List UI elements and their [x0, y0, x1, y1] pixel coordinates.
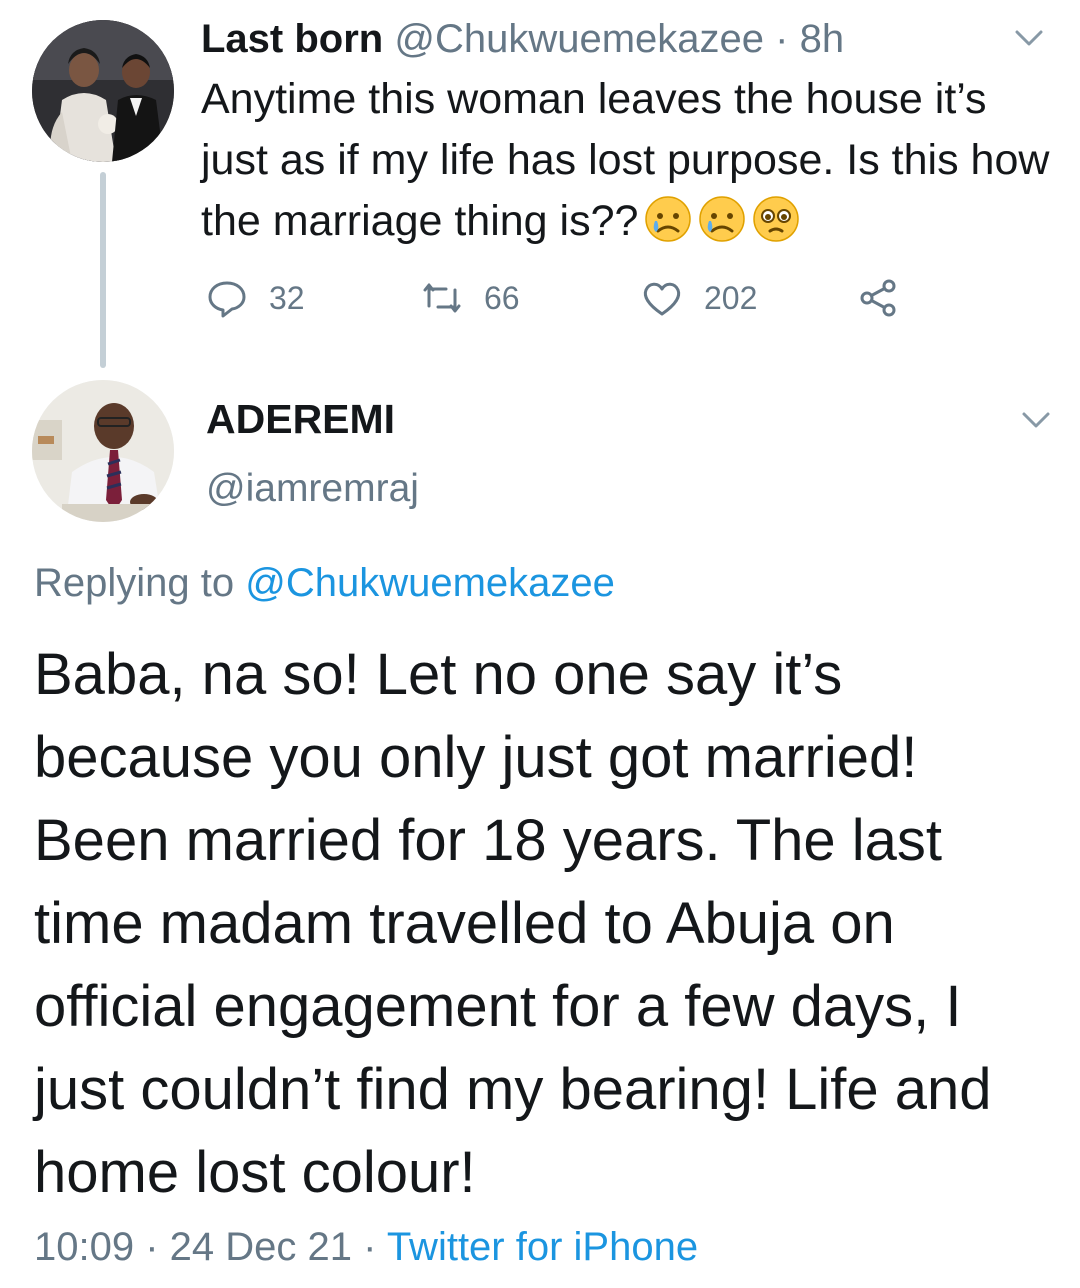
heart-icon	[643, 282, 681, 316]
parent-tweet-header: Last born @Chukwuemekazee · 8h	[201, 14, 844, 64]
share-action[interactable]	[856, 273, 900, 323]
man-signing-avatar-image	[32, 380, 174, 522]
reply-handle[interactable]: @iamremraj	[206, 463, 419, 515]
replying-prefix: Replying to	[34, 561, 246, 605]
parent-display-name[interactable]: Last born	[201, 17, 383, 61]
footer-separator: ·	[352, 1225, 387, 1269]
reply-action[interactable]: 32	[205, 273, 305, 323]
pleading-face-icon	[752, 195, 800, 243]
reply-display-name[interactable]: ADEREMI	[206, 393, 395, 445]
chevron-down-icon[interactable]	[1009, 18, 1049, 58]
reply-time[interactable]: 10:09	[34, 1225, 134, 1269]
reply-date[interactable]: 24 Dec 21	[170, 1225, 352, 1269]
like-action[interactable]: 202	[640, 273, 757, 323]
thread-connector-line	[100, 172, 106, 368]
reply-count: 32	[269, 279, 305, 316]
replying-to-mention[interactable]: @Chukwuemekazee	[245, 561, 615, 605]
footer-separator: ·	[134, 1225, 170, 1269]
reply-tweet-text: Baba, na so! Let no one say it’s because…	[34, 642, 992, 1205]
like-count: 202	[704, 279, 758, 316]
retweet-action[interactable]: 66	[420, 273, 520, 323]
wedding-photo-avatar-image	[32, 20, 174, 162]
share-icon	[860, 279, 896, 317]
tweet-source-link[interactable]: Twitter for iPhone	[387, 1225, 698, 1269]
crying-face-icon	[644, 195, 692, 243]
parent-tweet-text-content: Anytime this woman leaves the house it’s…	[201, 75, 1050, 245]
retweet-count: 66	[484, 279, 520, 316]
parent-handle[interactable]: @Chukwuemekazee	[394, 17, 764, 61]
avatar-last-born[interactable]	[32, 20, 174, 162]
chevron-down-icon[interactable]	[1016, 400, 1056, 440]
reply-icon	[208, 281, 246, 318]
meta-separator: ·	[764, 17, 800, 61]
retweet-icon	[423, 283, 461, 313]
parent-timestamp[interactable]: 8h	[800, 17, 845, 61]
replying-to-line: Replying to @Chukwuemekazee	[34, 556, 615, 610]
reply-tweet-footer: 10:09 · 24 Dec 21 · Twitter for iPhone	[34, 1220, 698, 1274]
parent-tweet-text: Anytime this woman leaves the house it’s…	[201, 69, 1061, 252]
avatar-aderemi[interactable]	[32, 380, 174, 522]
crying-face-icon	[698, 195, 746, 243]
